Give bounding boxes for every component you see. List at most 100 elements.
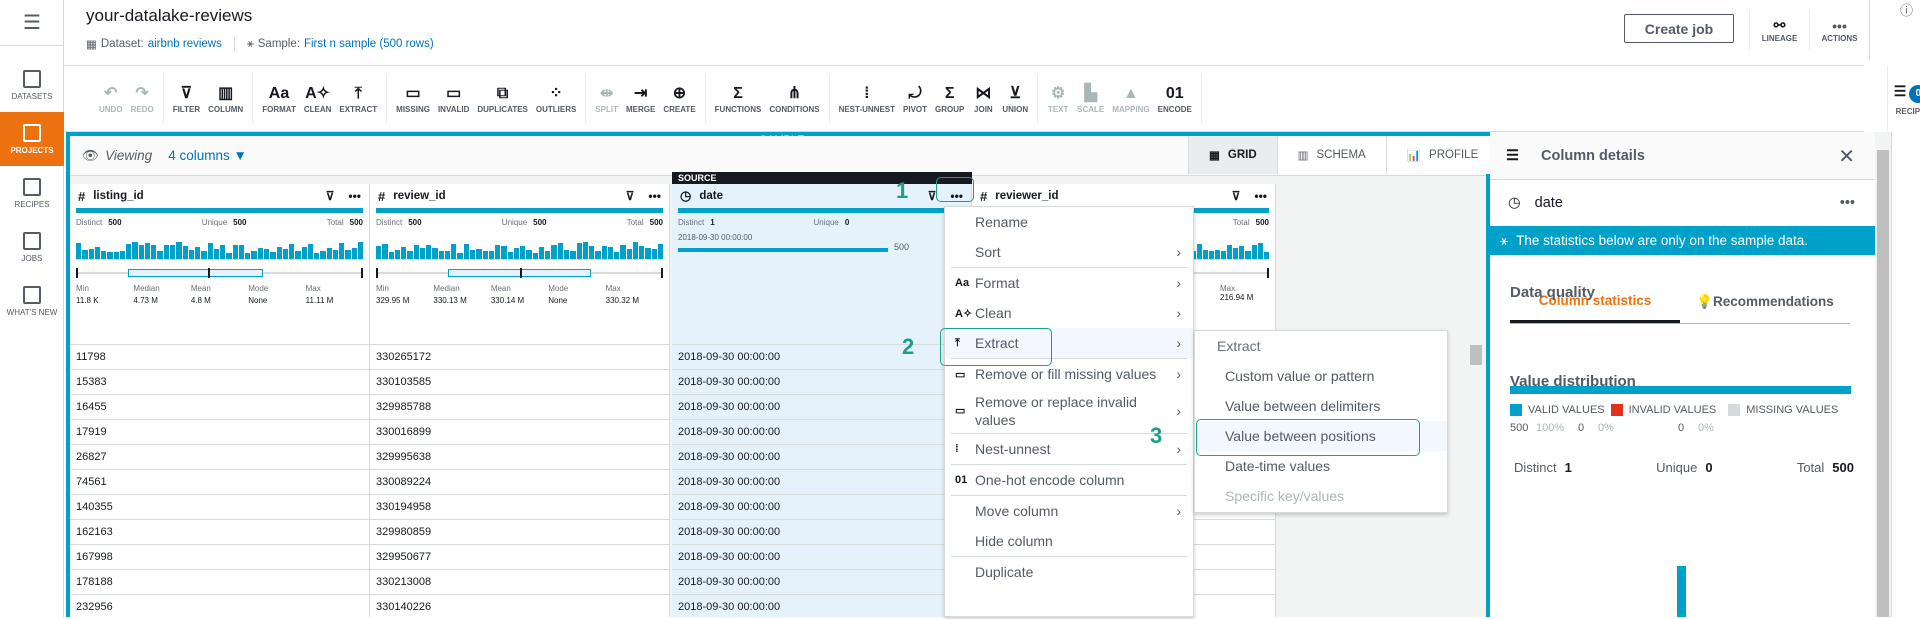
table-cell[interactable]: 2018-09-30 00:00:00 — [672, 419, 971, 444]
filter-icon[interactable]: ⊽ — [626, 189, 635, 203]
table-cell[interactable]: 162163 — [70, 519, 369, 544]
menu-item-clean[interactable]: A✧ Clean › — [945, 298, 1193, 328]
tab-recommendations[interactable]: 💡 Recommendations — [1680, 280, 1850, 323]
table-cell[interactable]: 329985788 — [370, 394, 669, 419]
sample-link[interactable]: First n sample (500 rows) — [304, 38, 434, 50]
nav-item-recipes[interactable]: RECIPES — [0, 166, 64, 220]
more-icon[interactable]: ••• — [648, 189, 661, 203]
table-cell[interactable]: 167998 — [70, 544, 369, 569]
filter-icon[interactable]: ⊽ — [326, 189, 335, 203]
invalid-button[interactable]: ▭ INVALID — [434, 74, 473, 124]
column-header[interactable]: # review_id ⊽ ••• — [370, 184, 669, 208]
actions-button[interactable]: ••• ACTIONS — [1809, 10, 1869, 50]
nav-item-datasets[interactable]: DATASETS — [0, 58, 64, 112]
grid-scrollbar[interactable] — [1470, 345, 1482, 365]
menu-item-duplicate[interactable]: Duplicate — [945, 557, 1193, 587]
more-icon[interactable]: ••• — [1840, 195, 1855, 211]
table-cell[interactable]: 2018-09-30 00:00:00 — [672, 519, 971, 544]
functions-button[interactable]: Σ FUNCTIONS — [711, 74, 766, 124]
text-button[interactable]: ⚙ TEXT — [1043, 74, 1073, 124]
table-cell[interactable]: 329950677 — [370, 544, 669, 569]
filter-icon[interactable]: ⊽ — [1232, 189, 1241, 203]
menu-item-rename[interactable]: Rename — [945, 207, 1193, 237]
table-cell[interactable]: 330089224 — [370, 469, 669, 494]
table-cell[interactable]: 74561 — [70, 469, 369, 494]
table-cell[interactable]: 330265172 — [370, 344, 669, 369]
info-icon[interactable]: ⓘ — [1900, 0, 1913, 19]
close-icon[interactable]: ✕ — [1838, 144, 1855, 169]
filter-button[interactable]: ⊽ FILTER — [169, 74, 204, 124]
tab-grid[interactable]: ▦ GRID — [1189, 136, 1278, 174]
column-button[interactable]: ▥ COLUMN — [204, 74, 247, 124]
create-button[interactable]: ⊕ CREATE — [659, 74, 699, 124]
menu-item-sort[interactable]: Sort › — [945, 237, 1193, 267]
scale-button[interactable]: ▙ SCALE — [1073, 74, 1108, 124]
table-cell[interactable]: 2018-09-30 00:00:00 — [672, 344, 971, 369]
table-cell[interactable]: 232956 — [70, 594, 369, 619]
nest-unnest-button[interactable]: ⁞ NEST-UNNEST — [835, 74, 899, 124]
union-button[interactable]: ⊻ UNION — [998, 74, 1032, 124]
nav-item-jobs[interactable]: JOBS — [0, 220, 64, 274]
table-cell[interactable]: 329995638 — [370, 444, 669, 469]
menu-item-hide-column[interactable]: Hide column — [945, 526, 1193, 556]
scrollbar-thumb[interactable] — [1877, 150, 1889, 617]
table-cell[interactable]: 330194958 — [370, 494, 669, 519]
dataset-link[interactable]: airbnb reviews — [148, 38, 222, 50]
merge-button[interactable]: ⇥ MERGE — [622, 74, 659, 124]
table-cell[interactable]: 140355 — [70, 494, 369, 519]
table-cell[interactable]: 2018-09-30 00:00:00 — [672, 494, 971, 519]
table-cell[interactable]: 2018-09-30 00:00:00 — [672, 444, 971, 469]
table-cell[interactable]: 2018-09-30 00:00:00 — [672, 569, 971, 594]
tab-schema[interactable]: ▥ SCHEMA — [1277, 136, 1387, 174]
column-header[interactable]: # listing_id ⊽ ••• — [70, 184, 369, 208]
recipe-button[interactable]: ☰0 RECIPE — [1887, 66, 1920, 132]
lineage-button[interactable]: ⚯ LINEAGE — [1749, 10, 1809, 50]
table-cell[interactable]: 178188 — [70, 569, 369, 594]
table-cell[interactable]: 2018-09-30 00:00:00 — [672, 544, 971, 569]
redo-button[interactable]: ↷ REDO — [127, 74, 158, 124]
table-cell[interactable]: 17919 — [70, 419, 369, 444]
conditions-button[interactable]: ⋔ CONDITIONS — [765, 74, 823, 124]
menu-item-format[interactable]: Aa Format › — [945, 268, 1193, 298]
undo-button[interactable]: ↶ UNDO — [95, 74, 127, 124]
tab-profile[interactable]: 📊 PROFILE — [1386, 136, 1500, 174]
table-cell[interactable]: 330103585 — [370, 369, 669, 394]
table-cell[interactable]: 2018-09-30 00:00:00 — [672, 369, 971, 394]
columns-selector[interactable]: 4 columns ▼ — [168, 148, 247, 163]
extract-button[interactable]: ⤒ EXTRACT — [335, 74, 381, 124]
table-cell[interactable]: 2018-09-30 00:00:00 — [672, 469, 971, 494]
join-button[interactable]: ⋈ JOIN — [968, 74, 998, 124]
submenu-item-custom-value-or-pattern[interactable]: Custom value or pattern — [1195, 361, 1447, 391]
clean-button[interactable]: A✧ CLEAN — [300, 74, 336, 124]
table-cell[interactable]: 330016899 — [370, 419, 669, 444]
column-header[interactable]: # reviewer_id ⊽ ••• — [972, 184, 1275, 208]
group-button[interactable]: Σ GROUP — [931, 74, 968, 124]
duplicates-button[interactable]: ⧉ DUPLICATES — [473, 74, 532, 124]
menu-item-move-column[interactable]: Move column › — [945, 496, 1193, 526]
nav-item-what-s-new[interactable]: WHAT'S NEW — [0, 274, 64, 328]
split-button[interactable]: ⇹ SPLIT — [591, 74, 622, 124]
encode-button[interactable]: 01 ENCODE — [1154, 74, 1196, 124]
table-cell[interactable]: 2018-09-30 00:00:00 — [672, 394, 971, 419]
table-cell[interactable]: 26827 — [70, 444, 369, 469]
table-cell[interactable]: 16455 — [70, 394, 369, 419]
menu-item-one-hot-encode-column[interactable]: 01 One-hot encode column — [945, 465, 1193, 495]
more-icon[interactable]: ••• — [348, 189, 361, 203]
table-cell[interactable]: 2018-09-30 00:00:00 — [672, 594, 971, 619]
mapping-button[interactable]: ▲ MAPPING — [1108, 74, 1153, 124]
pivot-button[interactable]: ⤾ PIVOT — [899, 74, 931, 124]
more-icon[interactable]: ••• — [1254, 189, 1267, 203]
submenu-item-value-between-delimiters[interactable]: Value between delimiters — [1195, 391, 1447, 421]
table-cell[interactable]: 15383 — [70, 369, 369, 394]
panel-scrollbar[interactable] — [1875, 132, 1891, 617]
hamburger-menu-icon[interactable]: ☰ — [0, 0, 64, 46]
format-button[interactable]: Aa FORMAT — [258, 74, 300, 124]
outliers-button[interactable]: ⁘ OUTLIERS — [532, 74, 580, 124]
table-cell[interactable]: 11798 — [70, 344, 369, 369]
table-cell[interactable]: 330213008 — [370, 569, 669, 594]
missing-button[interactable]: ▭ MISSING — [392, 74, 434, 124]
nav-item-projects[interactable]: PROJECTS — [0, 112, 64, 166]
table-cell[interactable]: 329980859 — [370, 519, 669, 544]
column-header[interactable]: ◷ date ⊽ ••• — [672, 184, 971, 208]
create-job-button[interactable]: Create job — [1624, 14, 1734, 43]
